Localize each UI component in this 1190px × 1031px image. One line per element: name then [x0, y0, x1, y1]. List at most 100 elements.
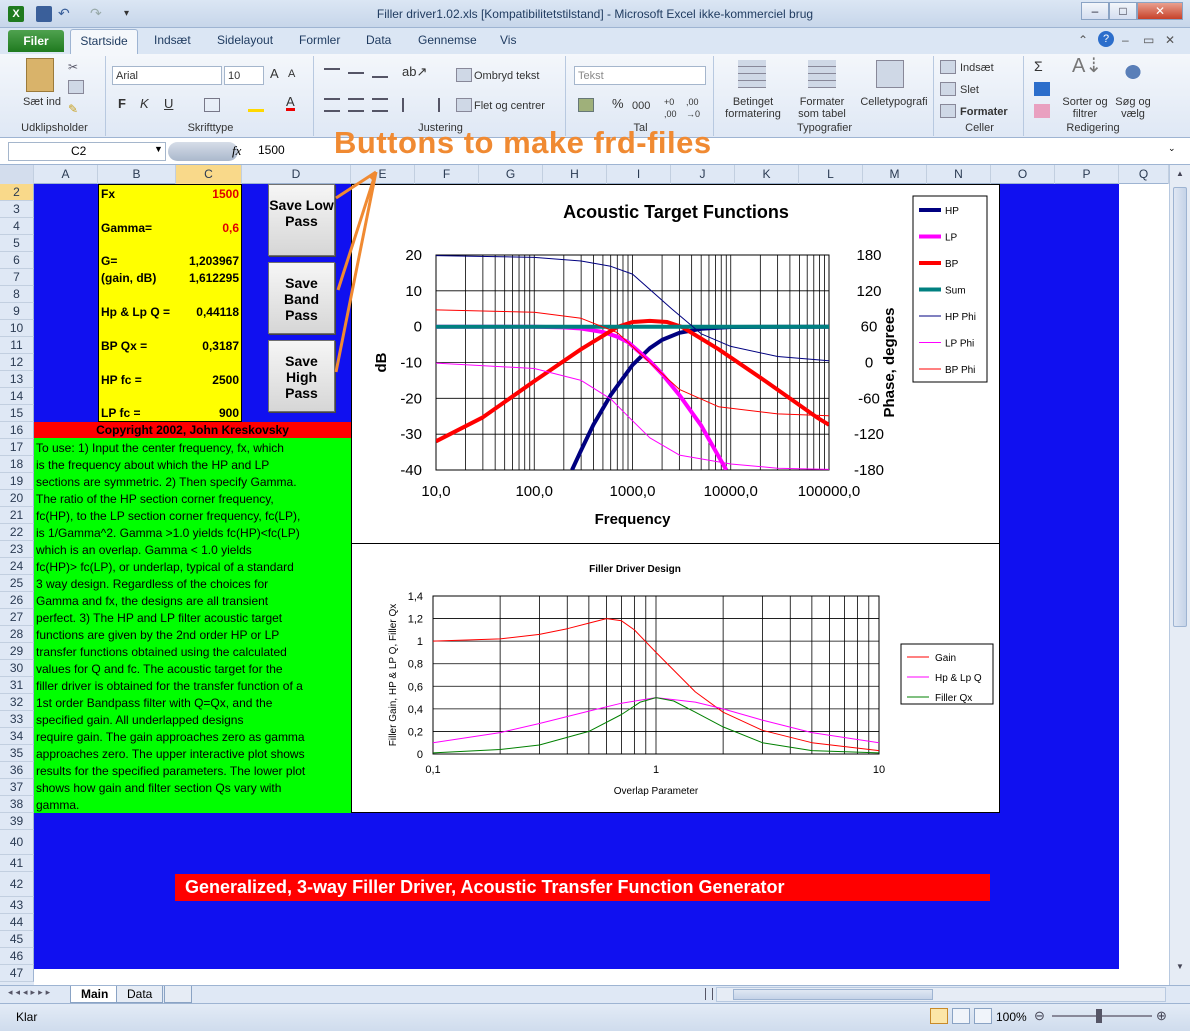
row-header[interactable]: 36 — [0, 762, 34, 779]
row-header[interactable]: 11 — [0, 337, 34, 354]
tab-formulas[interactable]: Formler — [299, 33, 340, 47]
delete-cells-icon[interactable] — [940, 82, 956, 96]
wrap-text-icon[interactable] — [456, 68, 472, 82]
row-header[interactable]: 24 — [0, 558, 34, 575]
row-header[interactable]: 45 — [0, 931, 34, 948]
sheet-tab-main[interactable]: Main — [70, 986, 120, 1003]
row-header[interactable]: 28 — [0, 626, 34, 643]
normal-view-icon[interactable] — [930, 1008, 948, 1024]
zoom-level[interactable]: 100% — [996, 1010, 1027, 1024]
row-header[interactable]: 18 — [0, 456, 34, 473]
grow-font-icon[interactable]: A — [270, 67, 279, 80]
tab-home[interactable]: Startside — [70, 29, 138, 54]
row-header[interactable]: 31 — [0, 677, 34, 694]
underline-button[interactable]: U — [164, 97, 173, 110]
conditional-formatting-button[interactable]: Betinget formatering — [716, 96, 790, 120]
format-as-table-icon[interactable] — [808, 60, 836, 88]
row-header[interactable]: 41 — [0, 855, 34, 872]
row-header[interactable]: 13 — [0, 371, 34, 388]
zoom-slider[interactable] — [1052, 1015, 1152, 1017]
insert-function-button[interactable]: fx — [232, 143, 241, 159]
font-color-icon[interactable]: A — [286, 95, 295, 111]
number-format-select[interactable]: Tekst — [574, 66, 706, 85]
sheet-tab-data[interactable]: Data — [116, 986, 164, 1003]
tab-split-handle[interactable] — [705, 988, 713, 1000]
name-box[interactable]: C2 — [8, 142, 166, 161]
param-value-lp-fc[interactable]: 900 — [219, 406, 239, 420]
format-as-table-button[interactable]: Formater som tabel — [790, 96, 854, 120]
cell-styles-button[interactable]: Celletypografi — [854, 96, 934, 108]
row-header[interactable]: 14 — [0, 388, 34, 405]
row-header[interactable]: 37 — [0, 779, 34, 796]
find-select-icon[interactable] — [1120, 60, 1146, 84]
parameter-block[interactable]: Fx 1500 Gamma= 0,6 G= 1,203967 (gain, dB… — [98, 184, 242, 422]
vertical-scrollbar[interactable]: ▲ ▼ — [1169, 165, 1190, 985]
param-value-gamma[interactable]: 0,6 — [222, 221, 239, 235]
borders-icon[interactable] — [204, 98, 220, 112]
row-header[interactable]: 15 — [0, 405, 34, 422]
close-button[interactable]: ✕ — [1137, 2, 1183, 20]
align-top-icon[interactable] — [324, 68, 340, 82]
row-header[interactable]: 17 — [0, 439, 34, 456]
row-header[interactable]: 2 — [0, 184, 34, 201]
column-header[interactable]: A — [34, 165, 98, 184]
row-header[interactable]: 32 — [0, 694, 34, 711]
zoom-slider-handle[interactable] — [1096, 1009, 1102, 1023]
fill-color-icon[interactable] — [248, 98, 264, 112]
column-header[interactable]: P — [1055, 165, 1119, 184]
row-header[interactable]: 38 — [0, 796, 34, 813]
row-header[interactable]: 12 — [0, 354, 34, 371]
row-header[interactable]: 35 — [0, 745, 34, 762]
autosum-icon[interactable]: Σ — [1034, 59, 1043, 73]
font-size-select[interactable]: 10 — [224, 66, 264, 85]
column-header[interactable]: H — [543, 165, 607, 184]
row-header[interactable]: 43 — [0, 897, 34, 914]
row-header[interactable]: 42 — [0, 872, 34, 897]
column-header[interactable]: N — [927, 165, 991, 184]
filler-driver-design-chart[interactable]: Filler Driver Design 1,4 1,2 1 0,8 0,6 0,4 0,2 0… — [352, 544, 999, 812]
param-value-hp-fc[interactable]: 2500 — [212, 373, 239, 387]
row-header[interactable]: 23 — [0, 541, 34, 558]
select-all-corner[interactable] — [0, 165, 34, 184]
page-break-view-icon[interactable] — [974, 1008, 992, 1024]
decrease-indent-icon[interactable] — [402, 98, 418, 112]
format-cells-icon[interactable] — [940, 104, 956, 118]
wrap-text-button[interactable]: Ombryd tekst — [474, 70, 539, 82]
close-workbook-icon[interactable]: ✕ — [1165, 33, 1175, 47]
column-header[interactable]: L — [799, 165, 863, 184]
row-header[interactable]: 16 — [0, 422, 34, 439]
orientation-icon[interactable]: ab↗ — [402, 65, 427, 78]
param-value-bp-qx[interactable]: 0,3187 — [202, 339, 239, 353]
name-box-dropdown-icon[interactable]: ▼ — [154, 144, 163, 154]
row-header[interactable]: 22 — [0, 524, 34, 541]
row-header[interactable]: 44 — [0, 914, 34, 931]
scroll-up-icon[interactable]: ▲ — [1172, 169, 1188, 183]
column-header[interactable]: I — [607, 165, 671, 184]
percent-button[interactable]: % — [612, 97, 624, 110]
row-header[interactable]: 26 — [0, 592, 34, 609]
row-header[interactable]: 10 — [0, 320, 34, 337]
column-header[interactable]: J — [671, 165, 735, 184]
italic-button[interactable]: K — [140, 97, 149, 110]
row-header[interactable]: 20 — [0, 490, 34, 507]
chart-area[interactable]: Acoustic Target Functions 20 10 0 -10 -20 -30-… — [351, 184, 1000, 813]
row-header[interactable]: 34 — [0, 728, 34, 745]
clear-icon[interactable] — [1034, 104, 1050, 118]
row-header[interactable]: 40 — [0, 830, 34, 855]
row-header[interactable]: 33 — [0, 711, 34, 728]
font-name-select[interactable]: Arial — [112, 66, 222, 85]
column-header[interactable]: F — [415, 165, 479, 184]
paste-icon[interactable] — [26, 58, 54, 92]
tab-insert[interactable]: Indsæt — [154, 33, 191, 47]
delete-cells-button[interactable]: Slet — [960, 84, 979, 96]
align-bottom-icon[interactable] — [372, 76, 388, 90]
vertical-scroll-thumb[interactable] — [1173, 187, 1187, 627]
expand-formula-bar-icon[interactable]: ⌄ — [1168, 143, 1176, 154]
align-left-icon[interactable] — [324, 98, 340, 112]
row-header[interactable]: 19 — [0, 473, 34, 490]
row-header[interactable]: 4 — [0, 218, 34, 235]
restore-workbook-icon[interactable]: – — [1122, 33, 1129, 47]
align-center-icon[interactable] — [348, 98, 364, 112]
param-value-hp-lp-q[interactable]: 0,44118 — [196, 305, 239, 319]
restore-window-icon[interactable]: ▭ — [1143, 33, 1154, 47]
